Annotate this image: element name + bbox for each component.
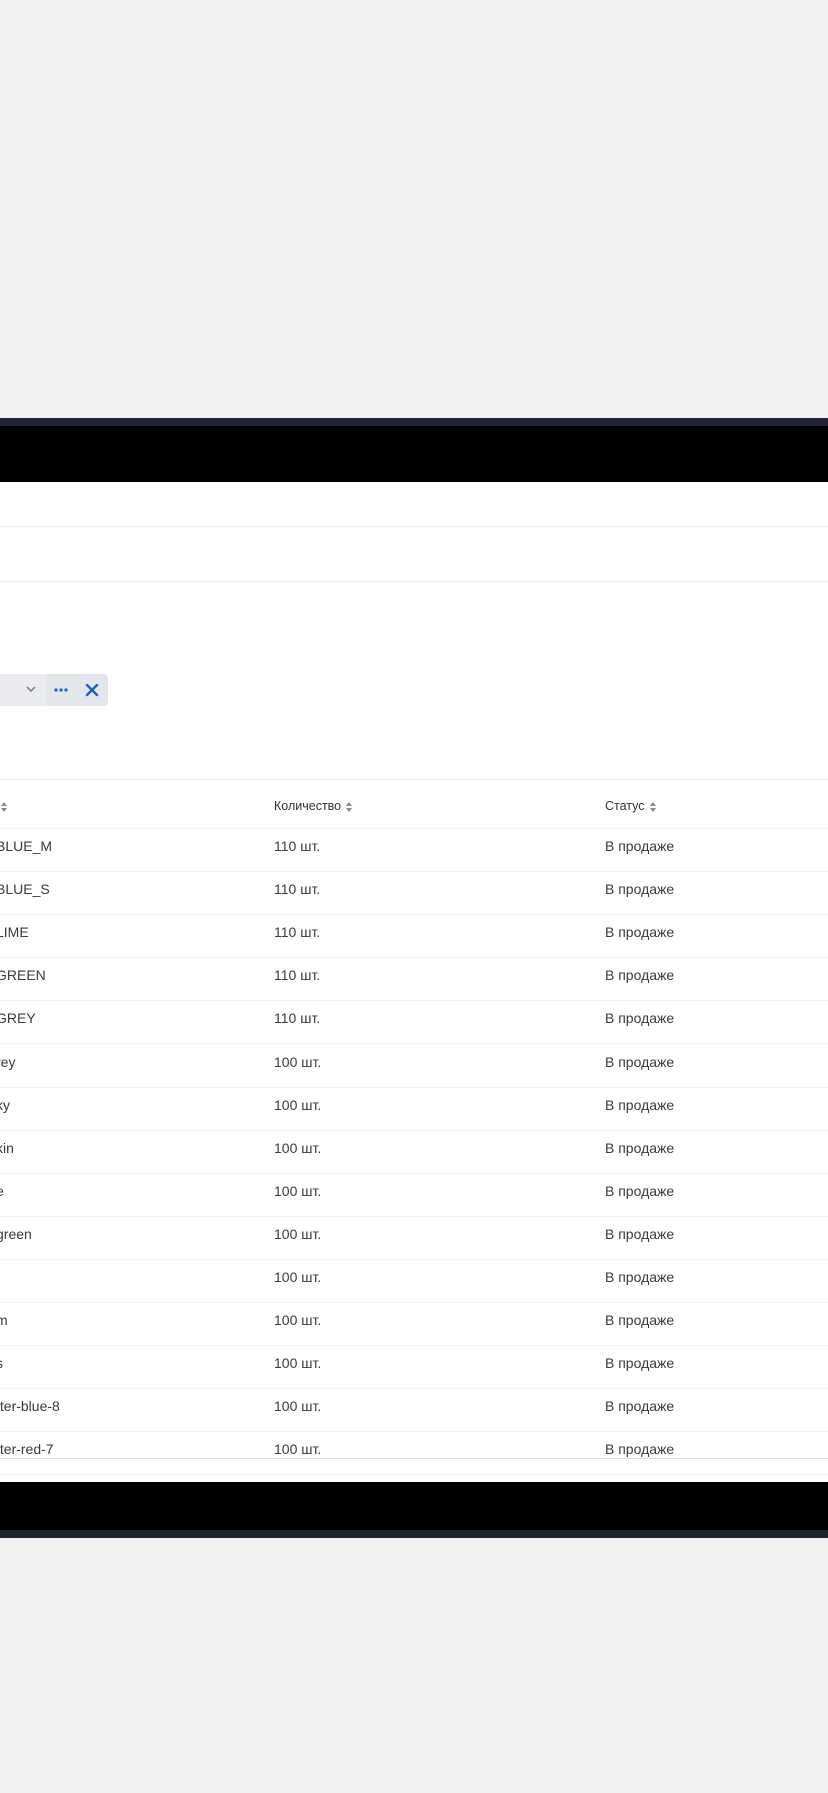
row-separator: [0, 828, 828, 829]
sort-icon[interactable]: [0, 801, 8, 813]
row-separator: [0, 914, 828, 916]
table-top-border: [0, 779, 828, 780]
cell-qty: 100 шт.: [274, 1269, 322, 1285]
cell-qty: 110 шт.: [274, 924, 321, 941]
cell-status: В продаже: [605, 1269, 675, 1285]
column-header-label: Статус: [605, 799, 645, 813]
sort-icon[interactable]: [649, 801, 657, 813]
clear-filter-button[interactable]: [76, 674, 108, 706]
column-header-label: Количество: [274, 799, 342, 813]
cell-qty: 110 шт.: [274, 881, 321, 898]
cell-name: LIME: [0, 924, 29, 941]
cell-status: В продаже: [605, 881, 675, 898]
cell-qty: 100 шт.: [274, 1398, 322, 1415]
cell-status: В продаже: [605, 1398, 675, 1415]
cell-qty: 100 шт.: [274, 1355, 322, 1372]
cell-status: В продаже: [605, 1053, 675, 1070]
cell-qty: 100 шт.: [274, 1225, 322, 1242]
cell-name: BLUE_M: [0, 838, 53, 854]
content-panel: Количество Статус BLUE_M 110 шт. В продаже BL…: [0, 482, 828, 1482]
row-separator: [0, 957, 828, 959]
cell-qty: 110 шт.: [274, 1010, 321, 1027]
cell-status: В продаже: [605, 1182, 675, 1199]
row-separator: [0, 1129, 828, 1131]
row-separator: [0, 1388, 828, 1390]
cell-name: fter-red-7: [0, 1441, 54, 1458]
cell-qty: 110 шт.: [274, 967, 321, 984]
cell-qty: 100 шт.: [274, 1312, 322, 1329]
cell-status: В продаже: [605, 838, 675, 854]
row-separator: [0, 1431, 828, 1433]
divider: [0, 526, 828, 527]
cell-qty: 100 шт.: [274, 1441, 322, 1458]
top-bar: [0, 426, 828, 482]
row-separator: [0, 1215, 828, 1217]
cell-qty: 100 шт.: [274, 1053, 322, 1070]
row-separator: [0, 1258, 828, 1260]
cell-qty: 110 шт.: [274, 838, 321, 854]
column-header-name[interactable]: [0, 798, 8, 814]
row-separator: [0, 1000, 828, 1002]
row-separator: [0, 871, 828, 872]
table-bottom-border: [0, 1458, 828, 1459]
row-separator: [0, 1302, 828, 1303]
cell-name: fter-blue-8: [0, 1398, 60, 1415]
cell-name: BLUE_S: [0, 881, 50, 898]
cell-status: В продаже: [605, 967, 675, 984]
filter-group: [0, 674, 108, 706]
divider: [0, 581, 828, 582]
cell-qty: 100 шт.: [274, 1139, 322, 1156]
cell-status: В продаже: [605, 924, 675, 941]
close-icon: [85, 683, 99, 697]
cell-name: m: [0, 1312, 8, 1329]
cell-name: ky: [0, 1096, 10, 1113]
cell-qty: 100 шт.: [274, 1096, 322, 1113]
row-separator: [0, 1474, 828, 1476]
row-separator: [0, 1172, 828, 1174]
cell-status: В продаже: [605, 1096, 675, 1113]
row-separator: [0, 1086, 828, 1088]
column-header-qty[interactable]: Количество: [274, 798, 353, 814]
row-separator: [0, 1345, 828, 1347]
cell-qty: 100 шт.: [274, 1182, 322, 1199]
cell-name: rey: [0, 1053, 16, 1070]
cell-name: GREY: [0, 1010, 36, 1027]
cell-name: GREEN: [0, 967, 46, 984]
cell-status: В продаже: [605, 1355, 675, 1372]
app-window: Количество Статус BLUE_M 110 шт. В продаже BL…: [0, 418, 828, 1538]
row-separator: [0, 1043, 828, 1045]
chevron-down-icon: [26, 686, 36, 693]
cell-name: s: [0, 1355, 3, 1371]
cell-name: e: [0, 1183, 4, 1199]
cell-status: В продаже: [605, 1010, 675, 1027]
ellipsis-icon: [54, 688, 68, 692]
filter-select[interactable]: [0, 674, 46, 706]
more-options-button[interactable]: [46, 674, 76, 706]
cell-status: В продаже: [605, 1225, 675, 1242]
bottom-bar: [0, 1482, 828, 1530]
cell-name: green: [0, 1225, 32, 1242]
cell-name: kin: [0, 1139, 14, 1156]
cell-status: В продаже: [605, 1139, 675, 1156]
sort-icon[interactable]: [345, 801, 353, 813]
cell-status: В продаже: [605, 1441, 675, 1458]
column-header-status[interactable]: Статус: [605, 798, 657, 814]
cell-status: В продаже: [605, 1312, 675, 1329]
